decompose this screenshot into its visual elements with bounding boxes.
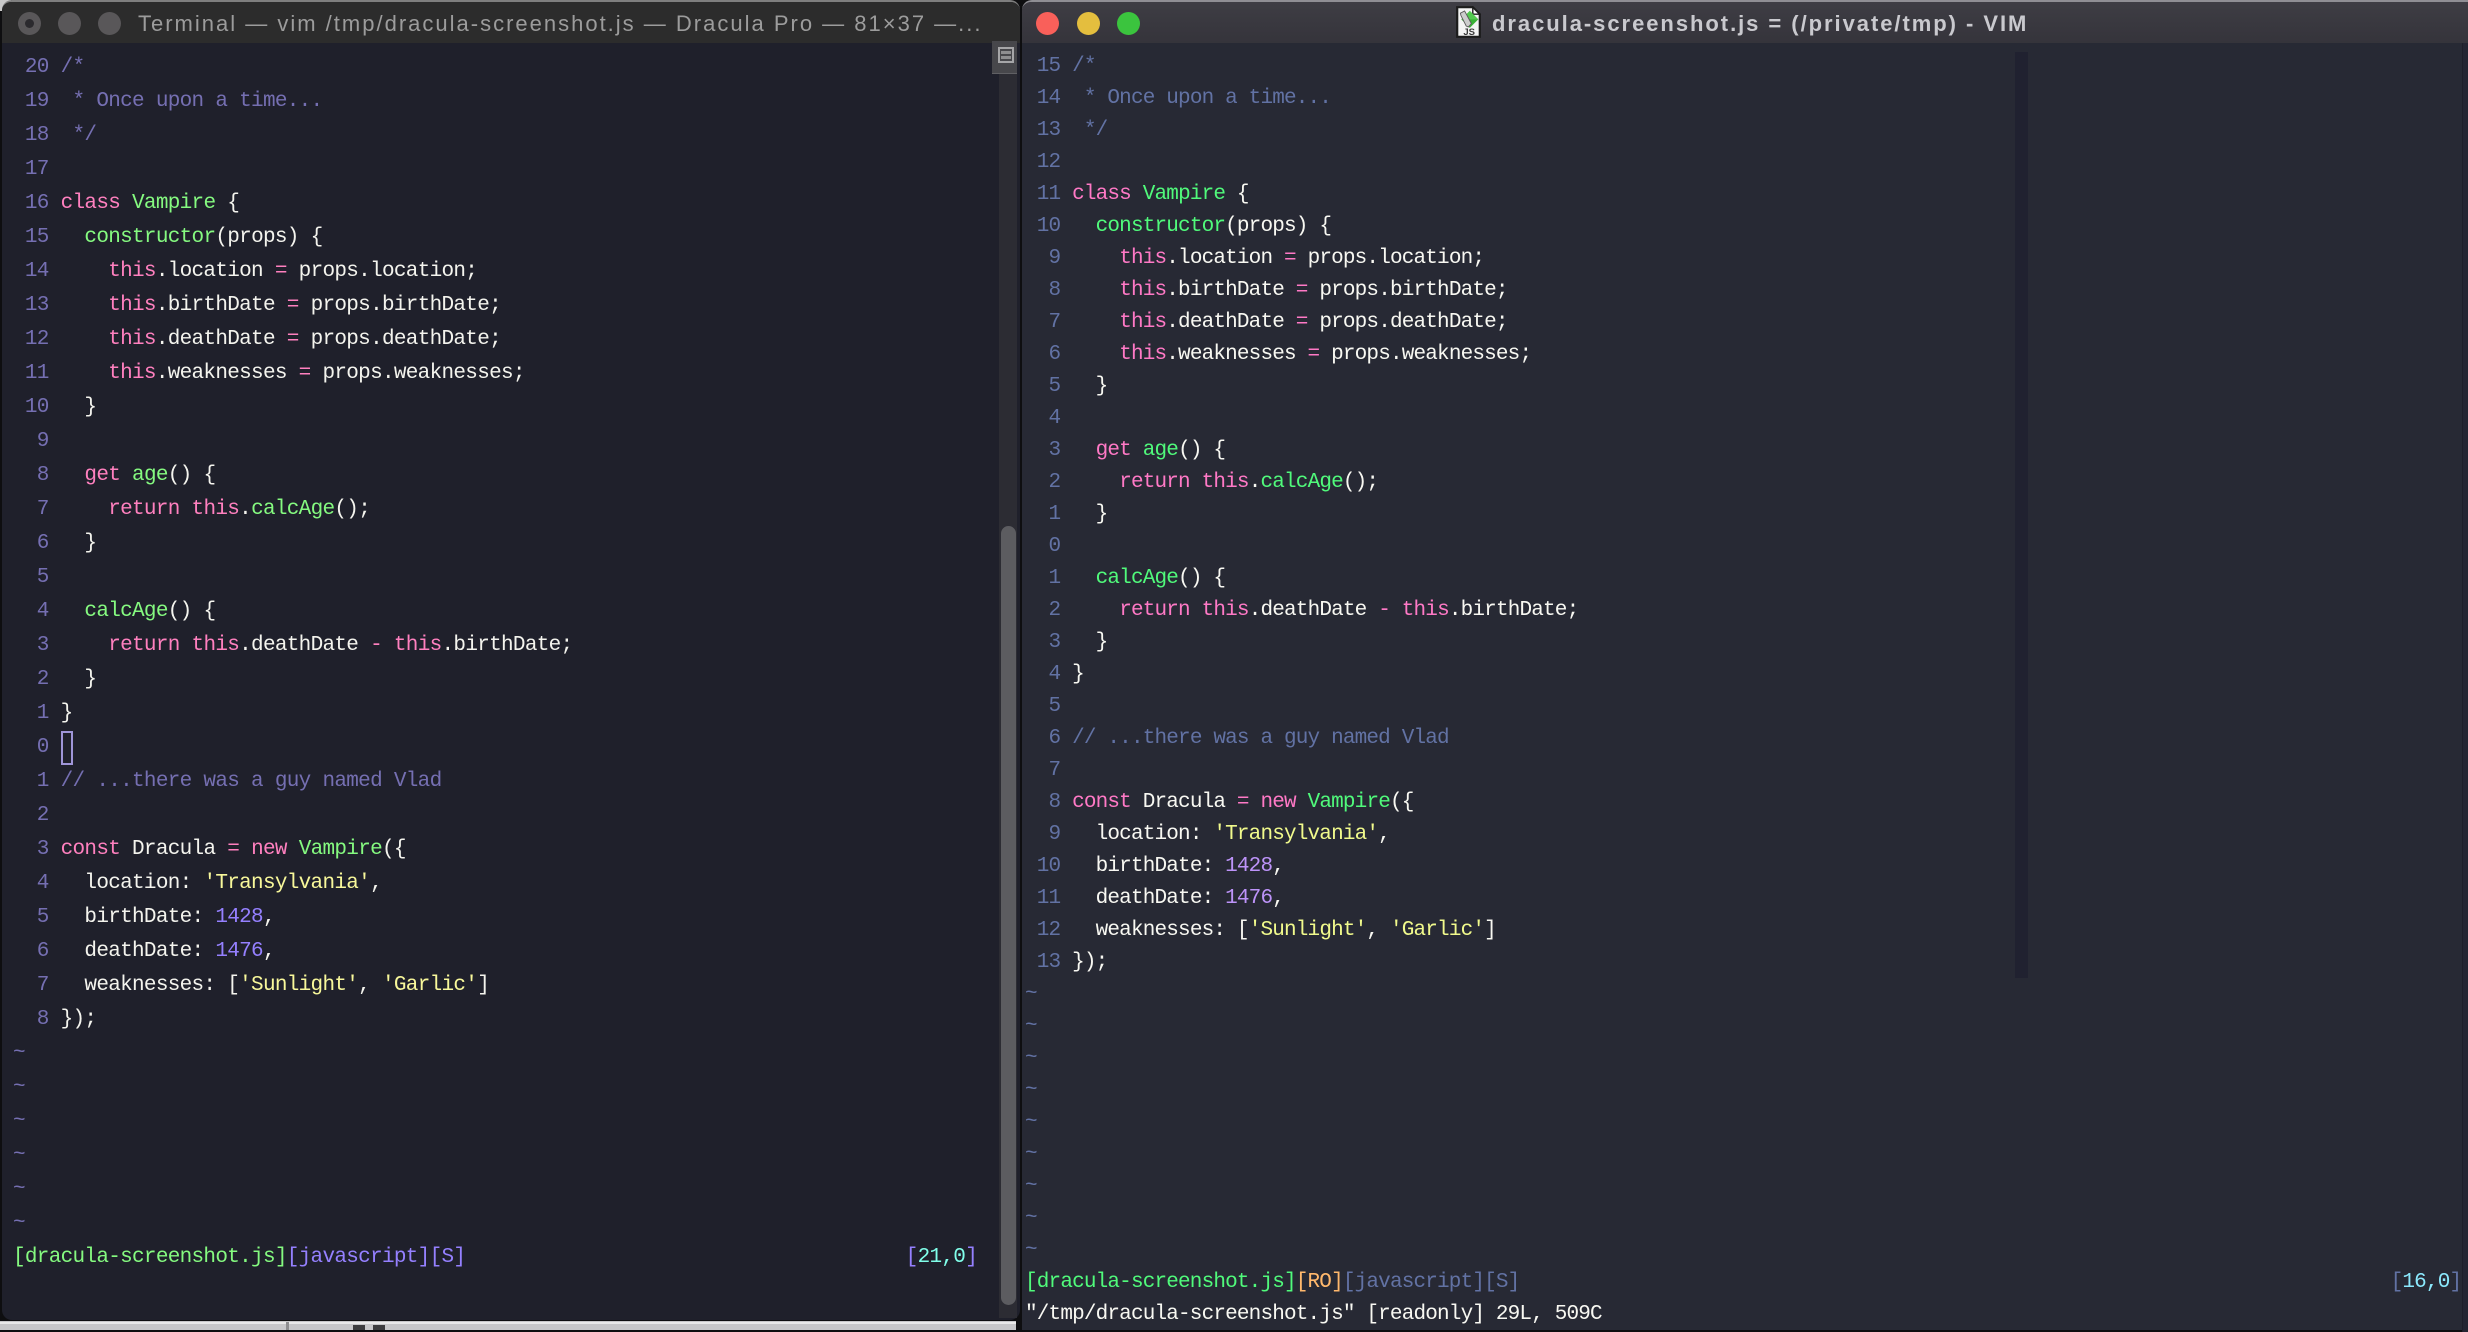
- svg-text:JS: JS: [1463, 27, 1475, 38]
